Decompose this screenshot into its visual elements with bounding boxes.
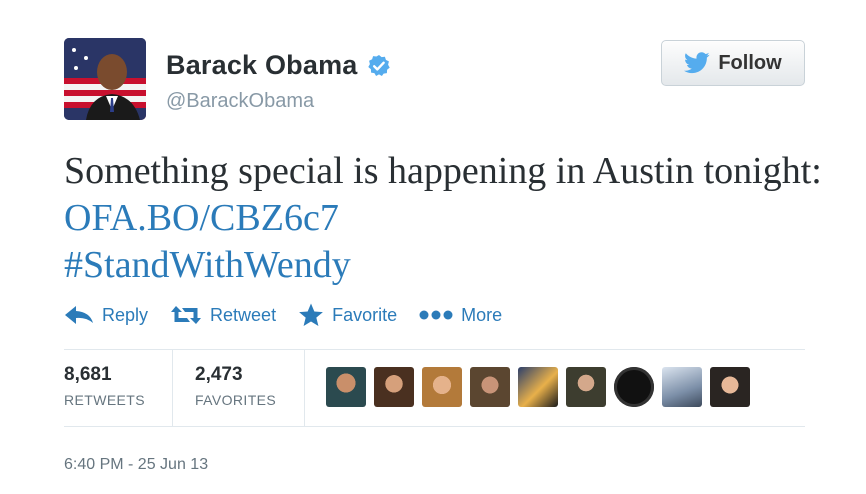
reply-button[interactable]: Reply bbox=[64, 305, 148, 326]
author-name[interactable]: Barack Obama bbox=[166, 50, 391, 81]
tweet-timestamp[interactable]: 6:40 PM - 25 Jun 13 bbox=[64, 456, 208, 474]
author-name-text[interactable]: Barack Obama bbox=[166, 50, 358, 81]
favorite-button[interactable]: Favorite bbox=[298, 303, 397, 327]
author-handle[interactable]: @BarackObama bbox=[166, 90, 314, 113]
follow-button-label: Follow bbox=[718, 51, 782, 74]
tweet-link[interactable]: OFA.BO/CBZ6c7 bbox=[64, 197, 339, 239]
reply-arrow-icon bbox=[65, 306, 93, 324]
tweet-actions: Reply Retweet Favorite More bbox=[64, 303, 524, 327]
favoriter-avatar[interactable] bbox=[422, 367, 462, 407]
favoriter-avatar[interactable] bbox=[470, 367, 510, 407]
star-icon bbox=[299, 303, 323, 326]
verified-badge-icon bbox=[367, 54, 390, 76]
favorite-label: Favorite bbox=[332, 304, 398, 325]
tweet-hashtag[interactable]: #StandWithWendy bbox=[64, 244, 351, 286]
author-avatar[interactable] bbox=[64, 38, 146, 120]
more-label: More bbox=[461, 304, 503, 325]
retweet-button[interactable]: Retweet bbox=[170, 304, 276, 326]
reply-label: Reply bbox=[102, 304, 149, 325]
favoriter-avatar[interactable] bbox=[374, 367, 414, 407]
twitter-bird-icon bbox=[684, 52, 710, 74]
more-button[interactable]: More bbox=[419, 305, 502, 326]
stats-bottom-divider bbox=[64, 426, 805, 427]
favorites-stat[interactable]: 2,473 FAVORITES bbox=[173, 350, 304, 426]
favoriter-avatar[interactable] bbox=[710, 367, 750, 407]
favorites-label: FAVORITES bbox=[195, 392, 277, 408]
ellipsis-icon bbox=[419, 310, 453, 320]
favoriter-avatar[interactable] bbox=[662, 367, 702, 407]
favoriter-avatar[interactable] bbox=[326, 367, 366, 407]
tweet-text-body: Something special is happening in Austin… bbox=[64, 150, 822, 192]
retweet-label: Retweet bbox=[210, 304, 277, 325]
favoriter-avatar[interactable] bbox=[518, 367, 558, 407]
retweets-count: 8,681 bbox=[64, 364, 112, 385]
favoriter-avatar[interactable] bbox=[614, 367, 654, 407]
follow-button[interactable]: Follow bbox=[661, 40, 805, 86]
favoriters-avatars bbox=[326, 367, 758, 407]
stats-divider bbox=[304, 350, 305, 426]
retweet-icon bbox=[171, 306, 202, 324]
tweet-stats: 8,681 RETWEETS 2,473 FAVORITES bbox=[64, 350, 305, 426]
retweets-stat[interactable]: 8,681 RETWEETS bbox=[64, 350, 172, 426]
favoriter-avatar[interactable] bbox=[566, 367, 606, 407]
favorites-count: 2,473 bbox=[195, 364, 243, 385]
tweet-text: Something special is happening in Austin… bbox=[64, 148, 824, 289]
retweets-label: RETWEETS bbox=[64, 392, 145, 408]
